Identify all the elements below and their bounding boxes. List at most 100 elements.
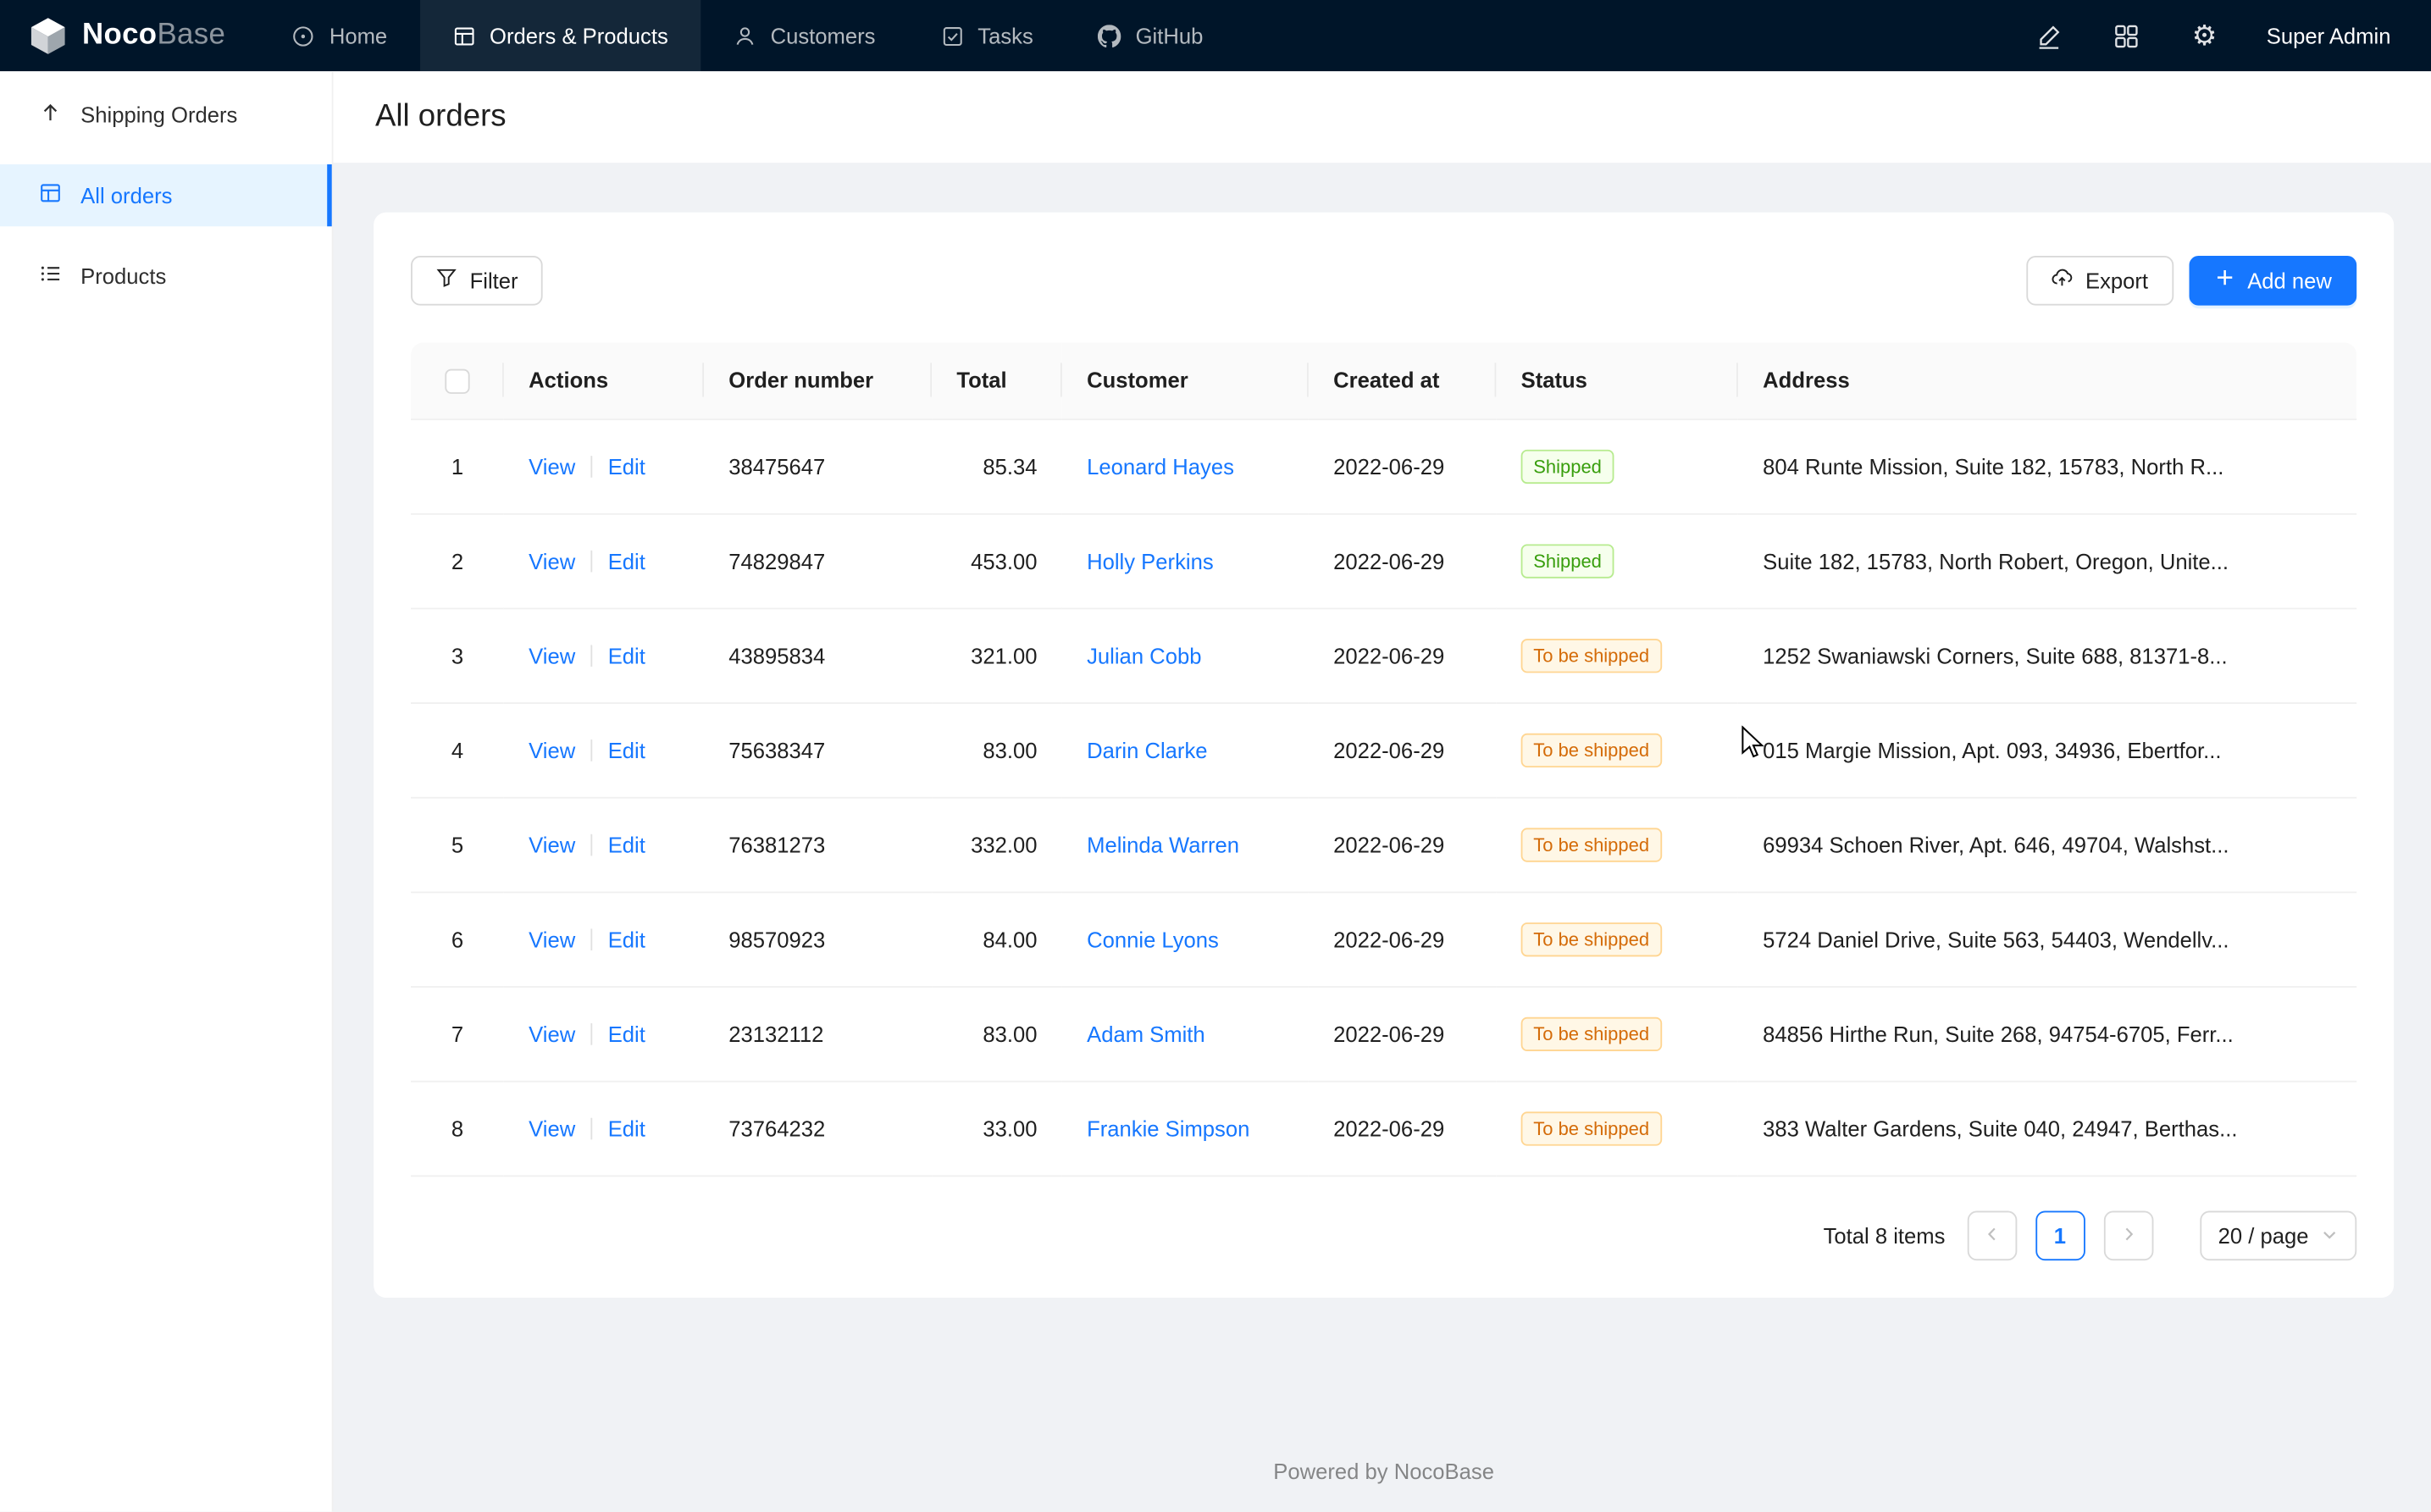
select-all-checkbox[interactable]	[445, 368, 469, 393]
pagination-prev-button[interactable]	[1967, 1211, 2017, 1261]
table-toolbar: Filter Export	[411, 255, 2356, 305]
created-at-cell: 2022-06-29	[1309, 608, 1496, 703]
app-logo[interactable]: NocoBase	[0, 0, 259, 71]
status-tag: To be shipped	[1521, 828, 1662, 861]
address-cell: 804 Runte Mission, Suite 182, 15783, Nor…	[1738, 419, 2356, 514]
row-actions-cell: View Edit	[504, 798, 704, 893]
row-index-cell: 7	[411, 987, 504, 1082]
view-link[interactable]: View	[529, 1022, 575, 1046]
edit-link[interactable]: Edit	[608, 549, 645, 573]
view-link[interactable]: View	[529, 738, 575, 762]
customer-link[interactable]: Frankie Simpson	[1087, 1116, 1249, 1141]
sidebar-item-products[interactable]: Products	[0, 245, 332, 307]
edit-link[interactable]: Edit	[608, 928, 645, 952]
pagination-total: Total 8 items	[1824, 1223, 1946, 1248]
total-cell: 332.00	[932, 798, 1062, 893]
customer-link[interactable]: Melinda Warren	[1087, 833, 1239, 857]
action-divider	[591, 456, 593, 478]
row-index-cell: 1	[411, 419, 504, 514]
edit-link[interactable]: Edit	[608, 454, 645, 479]
address-cell: 015 Margie Mission, Apt. 093, 34936, Ebe…	[1738, 703, 2356, 798]
customer-cell: Holly Perkins	[1062, 514, 1309, 609]
nav-item-home[interactable]: Home	[259, 0, 419, 71]
created-at-cell: 2022-06-29	[1309, 419, 1496, 514]
screen: NocoBase Home Orders & Products Customer…	[0, 0, 2431, 1512]
customer-link[interactable]: Leonard Hayes	[1087, 454, 1234, 479]
github-icon	[1099, 24, 1121, 47]
nav-item-tasks[interactable]: Tasks	[908, 0, 1066, 71]
view-link[interactable]: View	[529, 549, 575, 573]
view-link[interactable]: View	[529, 1116, 575, 1141]
table-row: 3 ViewEdit 43895834 321.00 Julian Cobb 2…	[411, 608, 2356, 703]
customer-link[interactable]: Holly Perkins	[1087, 549, 1214, 573]
nav-item-label: Tasks	[977, 23, 1033, 47]
column-header-status: Status	[1496, 342, 1738, 420]
sidebar-item-all-orders[interactable]: All orders	[0, 164, 332, 226]
status-tag: Shipped	[1521, 450, 1614, 484]
order-number-cell: 75638347	[704, 703, 932, 798]
plugins-grid-icon[interactable]	[2112, 20, 2143, 52]
created-at-cell: 2022-06-29	[1309, 1082, 1496, 1177]
customer-link[interactable]: Darin Clarke	[1087, 738, 1207, 762]
add-new-button[interactable]: Add new	[2189, 255, 2357, 305]
filter-button[interactable]: Filter	[411, 255, 543, 305]
status-tag: To be shipped	[1521, 734, 1662, 767]
address-cell: 383 Walter Gardens, Suite 040, 24947, Be…	[1738, 1082, 2356, 1177]
table-row: 2 ViewEdit 74829847 453.00 Holly Perkins…	[411, 514, 2356, 609]
edit-link[interactable]: Edit	[608, 1022, 645, 1046]
edit-link[interactable]: Edit	[608, 738, 645, 762]
status-cell: Shipped	[1496, 419, 1738, 514]
orders-card: Filter Export	[374, 212, 2394, 1298]
app-name: NocoBase	[82, 19, 225, 53]
customer-link[interactable]: Adam Smith	[1087, 1022, 1205, 1046]
customer-link[interactable]: Julian Cobb	[1087, 644, 1201, 668]
export-button[interactable]: Export	[2026, 255, 2173, 305]
chevron-down-icon	[2321, 1223, 2338, 1248]
select-all-header	[411, 342, 504, 420]
view-link[interactable]: View	[529, 833, 575, 857]
pagination-page-1[interactable]: 1	[2035, 1211, 2085, 1261]
table-row: 7 ViewEdit 23132112 83.00 Adam Smith 202…	[411, 987, 2356, 1082]
view-link[interactable]: View	[529, 644, 575, 668]
settings-gear-icon[interactable]: ⚙	[2189, 20, 2220, 52]
view-link[interactable]: View	[529, 928, 575, 952]
customer-link[interactable]: Connie Lyons	[1087, 928, 1219, 952]
sidebar-item-label: Shipping Orders	[80, 102, 237, 127]
nav-item-label: Customers	[771, 23, 876, 47]
customer-cell: Julian Cobb	[1062, 608, 1309, 703]
view-link[interactable]: View	[529, 454, 575, 479]
order-number-cell: 74829847	[704, 514, 932, 609]
address-cell: 1252 Swaniawski Corners, Suite 688, 8137…	[1738, 608, 2356, 703]
current-user[interactable]: Super Admin	[2267, 23, 2391, 47]
page-title: All orders	[375, 99, 507, 135]
row-index: 1	[451, 454, 463, 479]
sidebar-item-shipping-orders[interactable]: Shipping Orders	[0, 84, 332, 146]
edit-link[interactable]: Edit	[608, 833, 645, 857]
content-area: Filter Export	[334, 162, 2431, 1511]
total-cell: 85.34	[932, 419, 1062, 514]
column-header-created-at: Created at	[1309, 342, 1496, 420]
total-cell: 33.00	[932, 1082, 1062, 1177]
home-icon	[292, 24, 315, 47]
main-area: All orders Filter	[334, 71, 2431, 1511]
nav-item-github[interactable]: GitHub	[1066, 0, 1236, 71]
row-index: 2	[451, 549, 463, 573]
filter-button-label: Filter	[470, 268, 518, 292]
table-row: 6 ViewEdit 98570923 84.00 Connie Lyons 2…	[411, 892, 2356, 987]
nav-item-customers[interactable]: Customers	[701, 0, 908, 71]
action-divider	[591, 1023, 593, 1045]
row-actions-cell: View Edit	[504, 514, 704, 609]
ui-editor-pen-icon[interactable]	[2034, 20, 2065, 52]
orders-table-icon	[39, 181, 62, 209]
navbar-tools: ⚙ Super Admin	[2034, 0, 2431, 71]
nav-item-orders-products[interactable]: Orders & Products	[420, 0, 701, 71]
edit-link[interactable]: Edit	[608, 644, 645, 668]
pagination-next-button[interactable]	[2103, 1211, 2153, 1261]
order-number-cell: 76381273	[704, 798, 932, 893]
edit-link[interactable]: Edit	[608, 1116, 645, 1141]
page-size-value: 20 / page	[2218, 1223, 2309, 1248]
page-size-select[interactable]: 20 / page	[2200, 1211, 2357, 1261]
order-number-cell: 73764232	[704, 1082, 932, 1177]
orders-table: Actions Order number Total Customer Crea…	[411, 342, 2356, 1177]
nav-item-label: GitHub	[1136, 23, 1204, 47]
